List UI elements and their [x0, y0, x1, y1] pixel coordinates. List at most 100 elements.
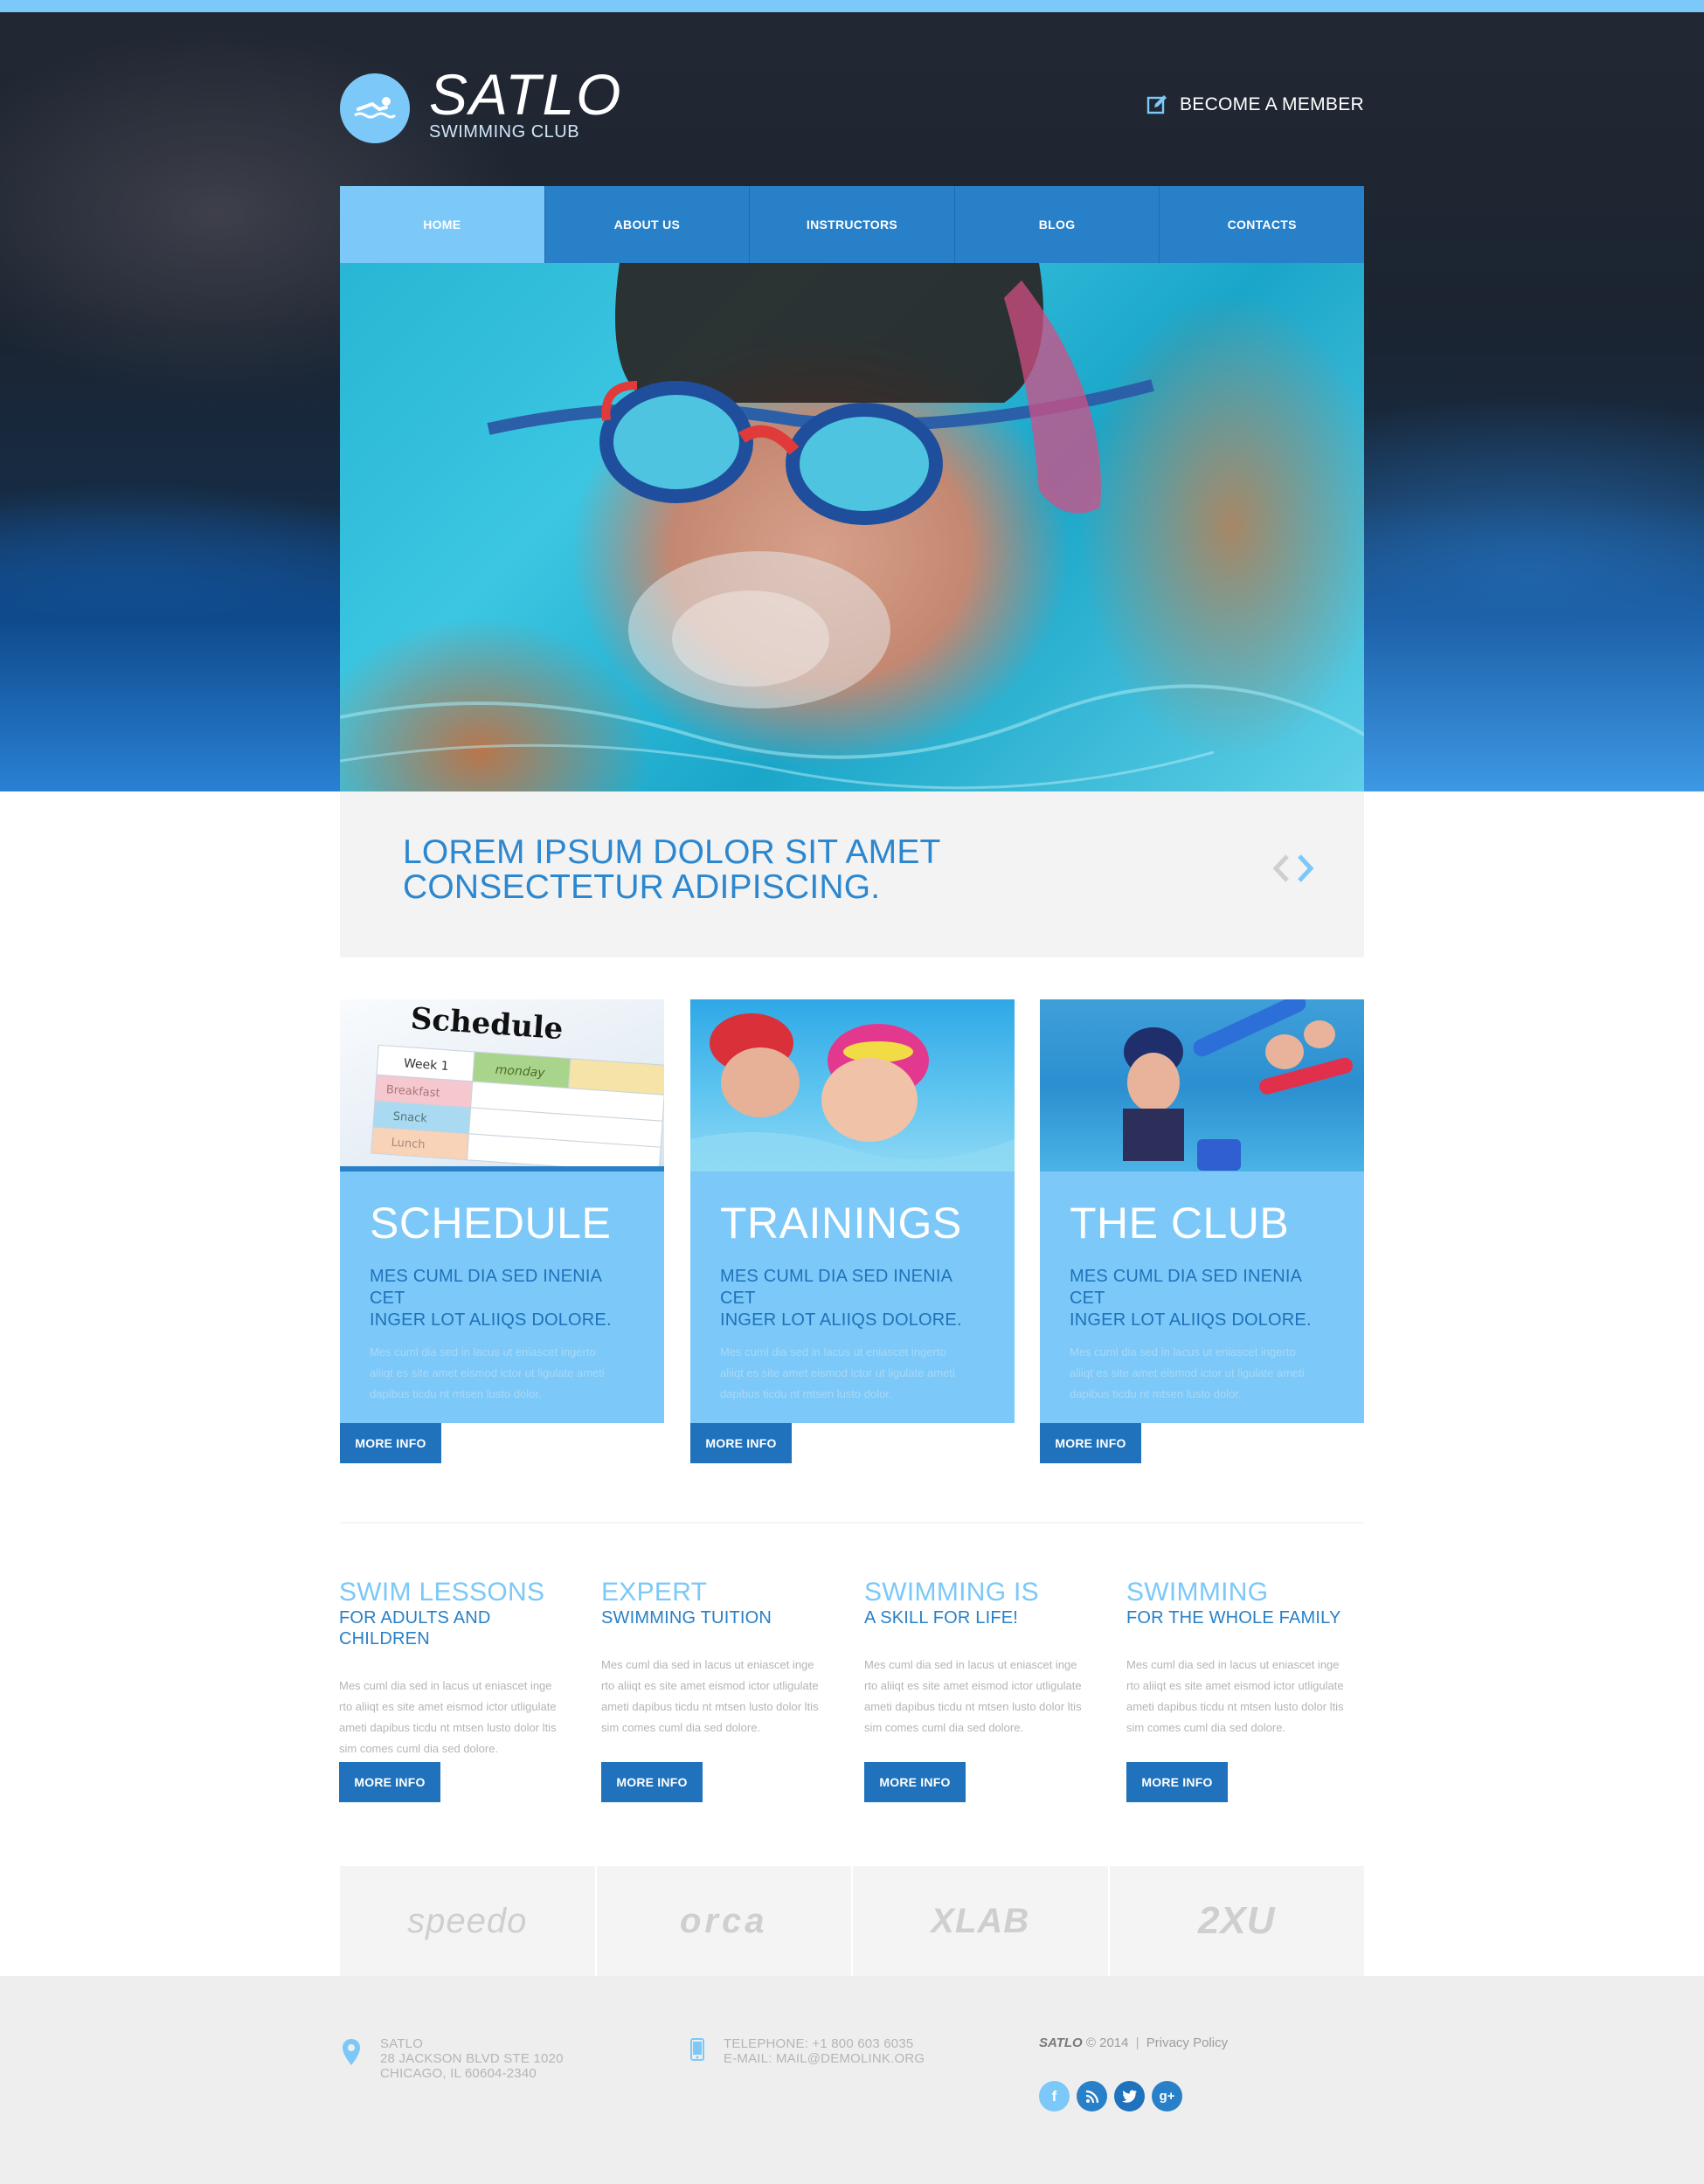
nav-item-instructors[interactable]: INSTRUCTORS [750, 186, 955, 263]
footer-phone[interactable]: TELEPHONE: +1 800 603 6035 [724, 2036, 925, 2051]
more-info-button[interactable]: MORE INFO [339, 1762, 440, 1802]
footer-address-line: SATLO [380, 2036, 424, 2051]
feature-box-body: THE CLUB MES CUML DIA SED INENIA CET ING… [1040, 1171, 1364, 1423]
info-column-text-line: sim comes cuml dia sed dolore. [864, 1721, 1024, 1734]
chevron-left-icon[interactable] [1271, 853, 1291, 884]
footer-contact: TELEPHONE: +1 800 603 6035 E-MAIL: MAIL@… [690, 2036, 925, 2066]
info-column-text-line: sim comes cuml dia sed dolore. [601, 1721, 761, 1734]
brand-logo-speedo[interactable]: speedo [340, 1866, 597, 1976]
facebook-icon[interactable]: f [1039, 2081, 1070, 2111]
more-info-button[interactable]: MORE INFO [1126, 1762, 1228, 1802]
feature-box-trainings: TRAININGS MES CUML DIA SED INENIA CET IN… [690, 999, 1015, 1463]
info-column-text-line: ameti dapibus ticdu nt mtsen lusto dolor… [601, 1700, 819, 1713]
trainings-image [690, 999, 1015, 1171]
info-column-subtitle: FOR THE WHOLE FAMILY [1126, 1608, 1341, 1628]
google-plus-glyph: g+ [1159, 2089, 1175, 2104]
hero-water-left [0, 501, 341, 791]
slider-caption: LOREM IPSUM DOLOR SIT AMET CONSECTETUR A… [340, 791, 1364, 957]
main-nav: HOME ABOUT US INSTRUCTORS BLOG CONTACTS [340, 186, 1364, 263]
feature-box-subtitle-line: INGER LOT ALIIQS DOLORE. [1070, 1310, 1312, 1330]
feature-box-text-line: aliiqt es site amet eismod ictor ut ligu… [1070, 1366, 1305, 1379]
facebook-glyph: f [1051, 2087, 1057, 2105]
feature-box-schedule: Schedule Week 1 monday Breakfast Snack L… [340, 999, 664, 1463]
club-image [1040, 999, 1364, 1171]
info-column-text-line: ameti dapibus ticdu nt mtsen lusto dolor… [864, 1700, 1082, 1713]
slider-caption-line-1: LOREM IPSUM DOLOR SIT AMET [403, 833, 941, 871]
feature-box-subtitle-line: INGER LOT ALIIQS DOLORE. [720, 1310, 962, 1330]
slider-caption-text: LOREM IPSUM DOLOR SIT AMET CONSECTETUR A… [403, 835, 1015, 905]
info-column-subtitle: FOR ADULTS AND CHILDREN [339, 1608, 491, 1648]
feature-box-text-line: Mes cuml dia sed in lacus ut eniascet in… [370, 1345, 596, 1358]
info-column-text-line: Mes cuml dia sed in lacus ut eniascet in… [339, 1679, 552, 1692]
info-column-text-line: Mes cuml dia sed in lacus ut eniascet in… [601, 1658, 814, 1671]
brand-logo-text: speedo [407, 1901, 528, 1940]
info-column-subtitle: SWIMMING TUITION [601, 1608, 772, 1628]
slider-arrows [1271, 853, 1315, 884]
info-column-text: Mes cuml dia sed in lacus ut eniascet in… [601, 1655, 842, 1738]
feature-box-text: Mes cuml dia sed in lacus ut eniascet in… [370, 1342, 634, 1405]
feature-box-subtitle-line: INGER LOT ALIIQS DOLORE. [370, 1310, 612, 1330]
nav-item-blog[interactable]: BLOG [955, 186, 1160, 263]
feature-box-text: Mes cuml dia sed in lacus ut eniascet in… [720, 1342, 985, 1405]
chevron-right-icon[interactable] [1296, 853, 1315, 884]
logo-title: SATLO [429, 62, 623, 127]
footer-address-line: 28 JACKSON BLVD STE 1020 [380, 2051, 564, 2066]
feature-box-text-line: aliiqt es site amet eismod ictor ut ligu… [370, 1366, 605, 1379]
more-info-button[interactable]: MORE INFO [690, 1423, 792, 1463]
brand-logo-orca[interactable]: orca [597, 1866, 853, 1976]
site-logo[interactable]: SATLO SWIMMING CLUB [340, 63, 623, 143]
twitter-icon[interactable] [1114, 2081, 1145, 2111]
more-info-button[interactable]: MORE INFO [340, 1423, 441, 1463]
info-column-title: SWIMMING IS [864, 1578, 1039, 1607]
nav-item-contacts[interactable]: CONTACTS [1160, 186, 1364, 263]
brand-logo-2xu[interactable]: 2XU [1110, 1866, 1365, 1976]
feature-box-the-club: THE CLUB MES CUML DIA SED INENIA CET ING… [1040, 999, 1364, 1463]
brand-logo-xlab[interactable]: XLAB [853, 1866, 1110, 1976]
footer-copyright-separator: | [1135, 2035, 1139, 2050]
schedule-image-snack: Snack [392, 1110, 428, 1126]
feature-box-body: SCHEDULE MES CUML DIA SED INENIA CET ING… [340, 1171, 664, 1423]
info-column-text-line: rto aliiqt es site amet eismod ictor utl… [339, 1700, 557, 1713]
info-column-text-line: Mes cuml dia sed in lacus ut eniascet in… [1126, 1658, 1340, 1671]
top-accent-strip [0, 0, 1704, 12]
phone-icon [690, 2038, 704, 2066]
more-info-button[interactable]: MORE INFO [864, 1762, 966, 1802]
privacy-policy-link[interactable]: Privacy Policy [1146, 2035, 1228, 2050]
feature-box-text-line: dapibus ticdu nt mtsen lusto dolor. [1070, 1387, 1242, 1400]
info-column-text: Mes cuml dia sed in lacus ut eniascet in… [339, 1676, 580, 1759]
info-column-swimming-is: SWIMMING IS A SKILL FOR LIFE! Mes cuml d… [864, 1578, 1105, 1805]
social-links: f g+ [1039, 2081, 1182, 2111]
nav-item-home[interactable]: HOME [340, 186, 545, 263]
info-column-text-line: sim comes cuml dia sed dolore. [1126, 1721, 1286, 1734]
more-info-button[interactable]: MORE INFO [1040, 1423, 1141, 1463]
info-column-swimming-family: SWIMMING FOR THE WHOLE FAMILY Mes cuml d… [1126, 1578, 1368, 1805]
nav-item-about-us[interactable]: ABOUT US [545, 186, 751, 263]
info-column-text: Mes cuml dia sed in lacus ut eniascet in… [864, 1655, 1105, 1738]
feature-box-text-line: dapibus ticdu nt mtsen lusto dolor. [370, 1387, 542, 1400]
rss-icon[interactable] [1077, 2081, 1107, 2111]
feature-box-text-line: Mes cuml dia sed in lacus ut eniascet in… [720, 1345, 946, 1358]
site-footer: SATLO 28 JACKSON BLVD STE 1020 CHICAGO, … [0, 1976, 1704, 2184]
feature-box-text-line: dapibus ticdu nt mtsen lusto dolor. [720, 1387, 892, 1400]
more-info-button[interactable]: MORE INFO [601, 1762, 703, 1802]
feature-box-subtitle-line: MES CUML DIA SED INENIA CET [370, 1267, 602, 1308]
info-column-text-line: ameti dapibus ticdu nt mtsen lusto dolor… [1126, 1700, 1344, 1713]
feature-box-text: Mes cuml dia sed in lacus ut eniascet in… [1070, 1342, 1334, 1405]
google-plus-icon[interactable]: g+ [1152, 2081, 1182, 2111]
brand-logos: speedo orca XLAB 2XU [340, 1866, 1364, 1976]
info-column-text-line: Mes cuml dia sed in lacus ut eniascet in… [864, 1658, 1077, 1671]
info-column-title: SWIMMING [1126, 1578, 1269, 1607]
brand-logo-text: XLAB [931, 1901, 1030, 1940]
info-column-subtitle: A SKILL FOR LIFE! [864, 1608, 1019, 1628]
footer-address: SATLO 28 JACKSON BLVD STE 1020 CHICAGO, … [342, 2036, 564, 2081]
footer-email[interactable]: E-MAIL: MAIL@DEMOLINK.ORG [724, 2051, 925, 2066]
info-column-text-line: rto aliiqt es site amet eismod ictor utl… [1126, 1679, 1344, 1692]
become-member-link[interactable]: BECOME A MEMBER [1146, 94, 1364, 115]
feature-box-title: THE CLUB [1070, 1199, 1290, 1248]
hero-swimmer-image [340, 263, 1364, 791]
hero-section: SATLO SWIMMING CLUB BECOME A MEMBER HOME… [0, 12, 1704, 791]
info-column-title: SWIM LESSONS [339, 1578, 545, 1607]
info-column-title: EXPERT [601, 1578, 708, 1607]
info-column-expert: EXPERT SWIMMING TUITION Mes cuml dia sed… [601, 1578, 842, 1805]
feature-box-subtitle: MES CUML DIA SED INENIA CET INGER LOT AL… [370, 1266, 634, 1331]
